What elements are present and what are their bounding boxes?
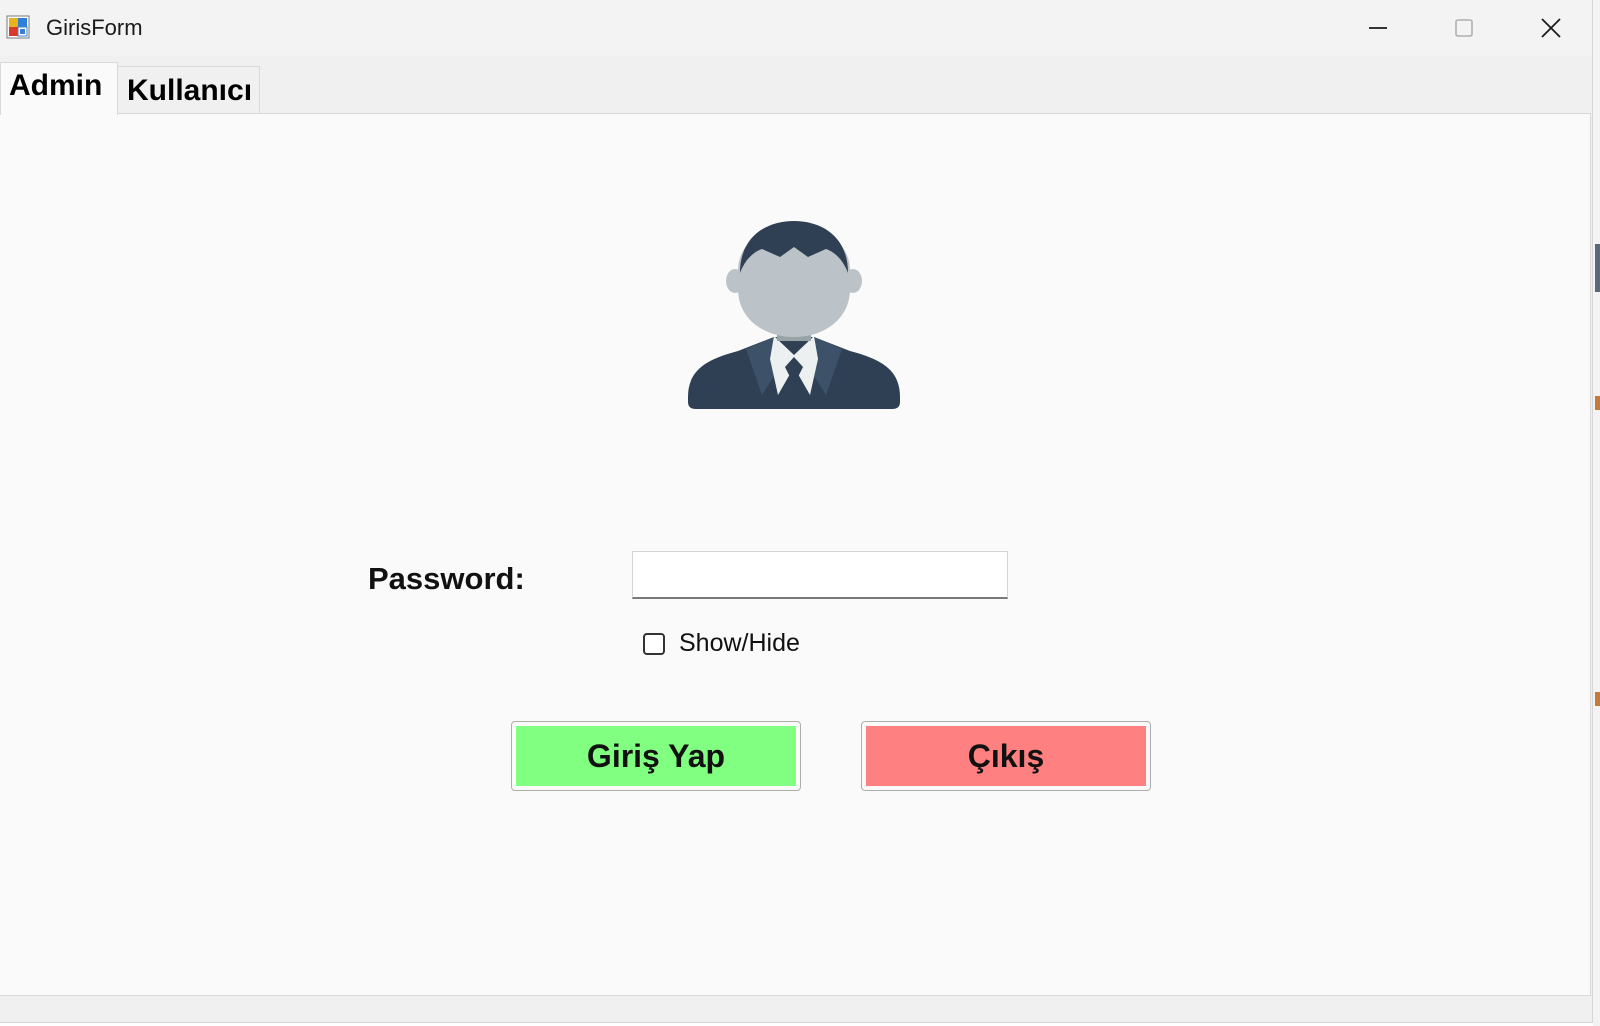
- tab-admin[interactable]: Admin: [0, 62, 118, 115]
- tab-strip: Admin Kullanıcı: [0, 56, 1592, 115]
- edge-mark: [1595, 396, 1600, 410]
- window-title: GirisForm: [46, 15, 143, 40]
- show-hide-label[interactable]: Show/Hide: [679, 629, 800, 658]
- maximize-button[interactable]: [1420, 0, 1508, 56]
- minimize-icon: [1369, 27, 1387, 29]
- giris-form-window: GirisForm Admin Kullanıcı Password: Show…: [0, 0, 1593, 1023]
- minimize-button[interactable]: [1334, 0, 1422, 56]
- exit-button[interactable]: Çıkış: [861, 721, 1151, 791]
- winforms-app-icon: [6, 15, 30, 39]
- close-button[interactable]: [1507, 0, 1595, 56]
- login-button[interactable]: Giriş Yap: [511, 721, 801, 791]
- background-window-edge: [1593, 0, 1600, 1026]
- password-label: Password:: [368, 561, 525, 596]
- edge-mark: [1595, 244, 1600, 292]
- title-bar[interactable]: GirisForm: [0, 0, 1592, 56]
- edge-mark: [1595, 692, 1600, 706]
- admin-tab-panel: Password: Show/Hide Giriş Yap Çıkış: [0, 113, 1591, 996]
- user-avatar-icon: [688, 221, 900, 409]
- close-icon: [1541, 18, 1561, 38]
- maximize-icon: [1455, 19, 1473, 37]
- login-button-label[interactable]: Giriş Yap: [516, 726, 796, 786]
- checkbox-box[interactable]: [643, 632, 665, 655]
- exit-button-label[interactable]: Çıkış: [866, 726, 1146, 786]
- password-input[interactable]: [632, 551, 1008, 599]
- show-hide-checkbox[interactable]: Show/Hide: [643, 629, 800, 658]
- tab-kullanici[interactable]: Kullanıcı: [117, 66, 260, 114]
